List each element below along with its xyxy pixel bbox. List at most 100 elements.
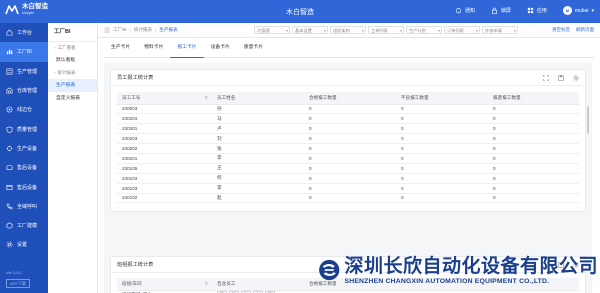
lock-screen-label: 锁屏: [500, 8, 511, 14]
table-row[interactable]: 230301 卢 0 0 0: [117, 123, 579, 135]
table-cell: 230103: [117, 183, 212, 194]
refresh-page-link[interactable]: 刷新页面: [576, 27, 594, 33]
breadcrumb-item-current[interactable]: 生产报表: [159, 27, 177, 33]
tab-equipment-card[interactable]: 设备卡片: [204, 38, 237, 58]
sidebar-item-label: 线边仓: [17, 107, 33, 114]
table-row[interactable]: 230102 赵 0 0 0: [117, 193, 579, 204]
table-cell: 0: [396, 113, 488, 125]
secondary-nav: 工厂BI ◦ 工厂看板 默认看板 ◦ 统计报表 生产报表 自定义报表: [48, 23, 98, 293]
table-row[interactable]: 230105 王 0 0 0: [117, 163, 579, 174]
table-cell: 0: [304, 133, 396, 145]
quick-tab-dropdown[interactable]: 生产计划: [406, 26, 442, 35]
user-menu[interactable]: M mubai ▾: [562, 6, 594, 15]
table-cell: 0: [304, 153, 396, 164]
table-cell: 230301: [117, 123, 212, 135]
table-cell: 230204: [117, 113, 212, 125]
sidebar-item-aftersales[interactable]: 售后设备: [0, 158, 48, 177]
quick-tab-dropdown[interactable]: 订单列表: [444, 26, 480, 35]
table-cell: 赵: [212, 193, 304, 204]
table-cell: 0: [304, 173, 396, 184]
tab-material-card[interactable]: 物料卡片: [137, 38, 170, 58]
sidebar-item-equipment[interactable]: 生产设备: [0, 139, 48, 158]
column-header[interactable]: 班组/车间 ⇅: [117, 278, 212, 291]
table-cell: 0: [488, 133, 579, 145]
save-icon[interactable]: [558, 75, 564, 81]
table-row[interactable]: 230204 马 0 0 0: [117, 113, 579, 125]
table-row[interactable]: 230203 刘 0 0 0: [117, 133, 579, 145]
quick-tab-dropdown[interactable]: 工单列表: [368, 26, 404, 35]
top-bar: 木白智造 Mubytie 木白智造 通知 锁屏 应用 M mubai ▾: [0, 0, 600, 23]
sidebar-item-workbench[interactable]: 工作台: [0, 23, 48, 42]
breadcrumb-separator: |: [155, 27, 157, 33]
table-cell: 230003: [117, 104, 212, 115]
sidebar-item-label: 质量管理: [17, 126, 38, 133]
subnav-group-dashboard[interactable]: ◦ 工厂看板: [48, 42, 97, 54]
breadcrumb-item[interactable]: 统计报表: [134, 27, 152, 33]
quick-tab-dropdown[interactable]: 基本设置: [292, 26, 328, 35]
table-cell: 0: [396, 163, 488, 174]
panel-title: 员工报工统计表: [117, 75, 154, 81]
tab-quality-card[interactable]: 质量卡片: [237, 38, 270, 58]
sort-icon[interactable]: ⇅: [205, 95, 208, 100]
sidebar-item-label: 生产管理: [17, 68, 38, 75]
subnav-group-reports[interactable]: ◦ 统计报表: [48, 67, 97, 79]
lock-screen-button[interactable]: 锁屏: [491, 7, 511, 14]
subnav-item-default-dashboard[interactable]: 默认看板: [48, 54, 97, 67]
quick-tab-dropdown[interactable]: 组织架构: [330, 26, 366, 35]
sidebar-item-quality[interactable]: 质量管理: [0, 119, 48, 138]
sidebar-item-call[interactable]: 全域呼叫: [0, 197, 48, 216]
column-header: 员工姓名: [212, 92, 304, 105]
quality-icon: [6, 126, 13, 133]
warehouse-icon: [6, 87, 13, 94]
subnav-item-custom-report[interactable]: 自定义报表: [48, 92, 97, 105]
employee-report-panel: 员工报工统计表 员工工号⇅ 员工姓名 合格报工数量 不良报工数量 报废报工数量: [110, 69, 586, 212]
gear-icon[interactable]: [573, 75, 579, 81]
table-cell: 0: [488, 104, 579, 115]
bi-icon: [6, 50, 13, 55]
table-row[interactable]: 230202 张 0 0 0: [117, 143, 579, 154]
call-icon: [6, 203, 13, 210]
table-cell: 0: [488, 143, 579, 154]
quick-tab-dropdown[interactable]: 次管理: [254, 26, 290, 35]
tab-report-card[interactable]: 报工卡片: [170, 38, 204, 58]
breadcrumb-separator: |: [129, 27, 131, 33]
apps-button[interactable]: 应用: [527, 7, 547, 14]
sidebar-item-lineside[interactable]: 线边仓: [0, 100, 48, 119]
sidebar-item-modeling[interactable]: 工厂建模: [0, 216, 48, 235]
table-cell: 230201: [117, 153, 212, 164]
bell-icon: [456, 8, 461, 14]
table-row[interactable]: 230201 李 0 0 0: [117, 153, 579, 164]
table-row[interactable]: 230103 李 0 0 0: [117, 183, 579, 194]
table-cell: 0: [396, 183, 488, 194]
sidebar-item-warehouse[interactable]: 仓库管理: [0, 81, 48, 100]
table-cell: 何: [212, 173, 304, 184]
tab-production-card[interactable]: 生产卡片: [104, 38, 137, 58]
sidebar-item-label: 工作台: [17, 30, 33, 37]
table-cell: 0: [304, 123, 396, 135]
table-row[interactable]: 230104 何 0 0 0: [117, 173, 579, 184]
clear-tabs-link[interactable]: 清空标签: [552, 27, 570, 33]
table-cell: 0: [304, 193, 396, 204]
chevron-down-icon: ▾: [591, 7, 594, 14]
notify-button[interactable]: 通知: [455, 7, 475, 14]
avatar: M: [562, 6, 572, 15]
table-cell: 230105: [117, 163, 212, 174]
company-name-cn: 深圳长欣自动化设备有限公司: [344, 255, 598, 277]
breadcrumb-item[interactable]: 工厂BI: [113, 27, 127, 33]
company-logo-icon: [319, 259, 340, 281]
sidebar-item-settings[interactable]: 设置: [0, 235, 48, 254]
lineside-icon: [6, 106, 13, 113]
menu-fold-icon[interactable]: [104, 27, 110, 33]
column-header[interactable]: 员工工号 ⇅: [117, 92, 212, 105]
fullscreen-icon[interactable]: [543, 75, 549, 81]
app-download-button[interactable]: APP下载: [6, 279, 31, 288]
table-row[interactable]: 230003 孙 0 0 0: [117, 104, 579, 115]
table-cell: 马: [212, 113, 304, 125]
quick-tab-dropdown[interactable]: 外协申请: [482, 26, 518, 35]
sidebar-item-aftersales-2[interactable]: 售后设备: [0, 177, 48, 196]
subnav-item-production-report[interactable]: 生产报表: [48, 79, 97, 92]
scrollbar-thumb[interactable]: [587, 106, 589, 134]
sort-icon[interactable]: ⇅: [205, 281, 208, 286]
sidebar-item-factory-bi[interactable]: 工厂BI: [0, 42, 48, 62]
sidebar-item-production[interactable]: 生产管理: [0, 62, 48, 81]
